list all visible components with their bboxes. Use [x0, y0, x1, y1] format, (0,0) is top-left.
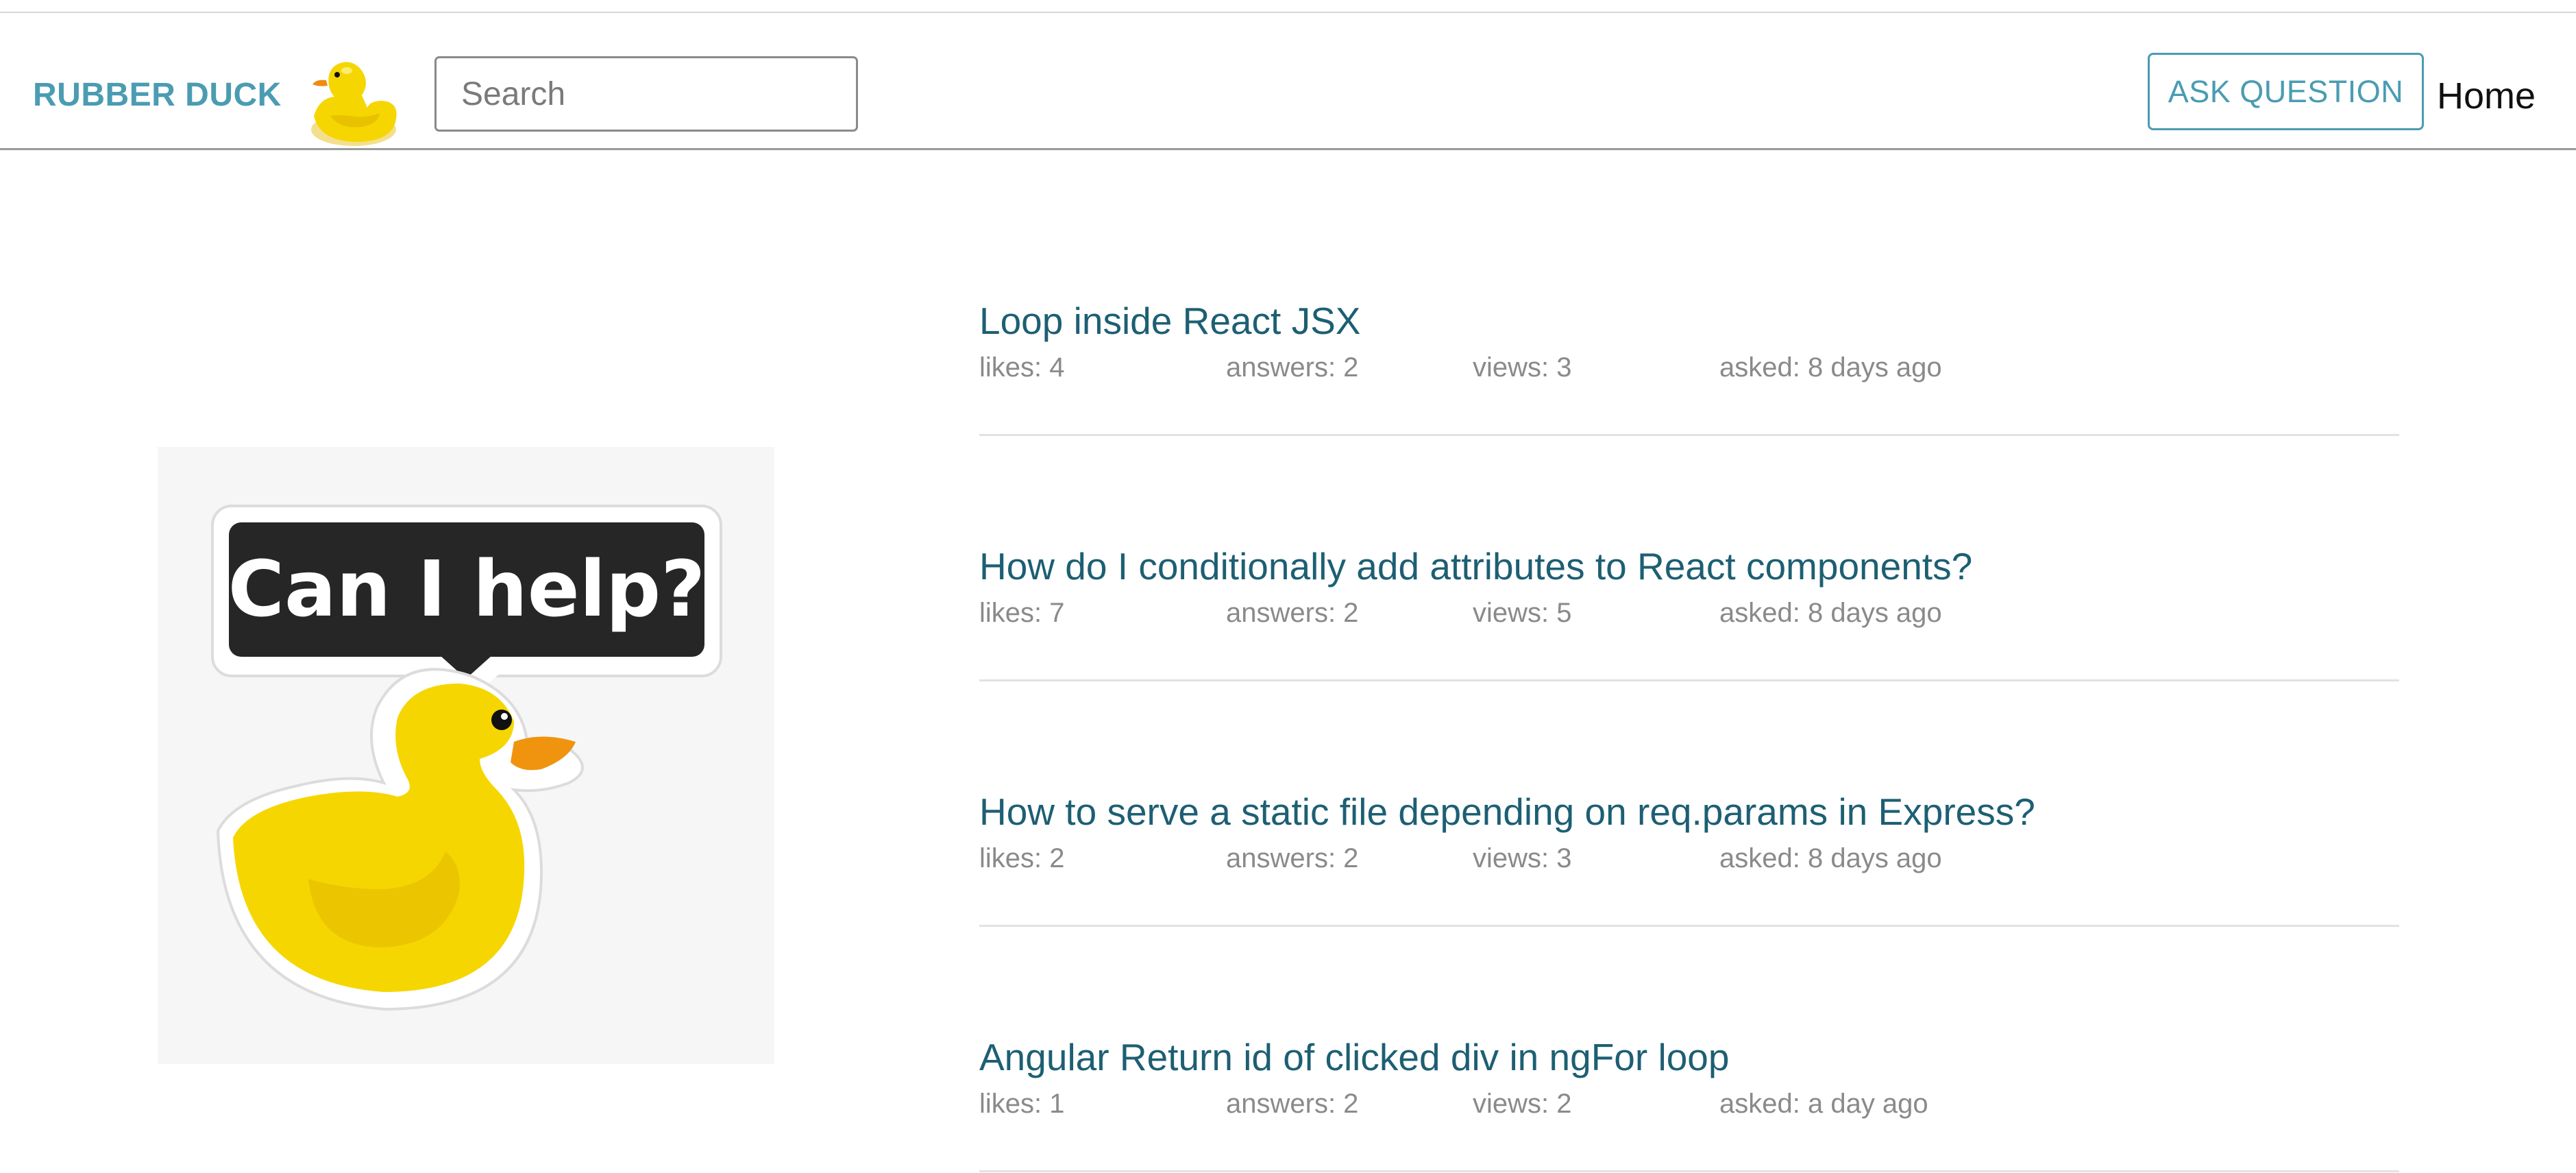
question-title-link[interactable]: Loop inside React JSX	[979, 299, 1360, 343]
nav-home-link[interactable]: Home	[2437, 75, 2536, 117]
question-item: Angular Return id of clicked div in ngFo…	[979, 1035, 2399, 1172]
search-input[interactable]	[434, 56, 858, 132]
question-item: How to serve a static file depending on …	[979, 790, 2399, 927]
speech-bubble-text: Can I help?	[228, 545, 705, 634]
asked-time: asked: a day ago	[1719, 1089, 1928, 1119]
question-meta: likes: 1 answers: 2 views: 2 asked: a da…	[979, 1089, 2399, 1123]
answers-count: answers: 2	[1226, 598, 1359, 628]
question-meta: likes: 2 answers: 2 views: 3 asked: 8 da…	[979, 843, 2399, 878]
likes-count: likes: 2	[979, 843, 1065, 873]
question-title-link[interactable]: How do I conditionally add attributes to…	[979, 544, 1972, 588]
asked-time: asked: 8 days ago	[1719, 352, 1942, 383]
likes-count: likes: 1	[979, 1089, 1065, 1119]
answers-count: answers: 2	[1226, 843, 1359, 873]
answers-count: answers: 2	[1226, 1089, 1359, 1119]
promo-image: Can I help?	[158, 447, 774, 1064]
question-item: How do I conditionally add attributes to…	[979, 544, 2399, 681]
views-count: views: 5	[1473, 598, 1572, 628]
rubber-duck-logo-icon[interactable]	[299, 53, 402, 149]
help-duck-sticker-illustration: Can I help?	[211, 505, 722, 1011]
navbar: RUBBER DUCK ASK QUESTION Home	[0, 13, 2576, 150]
question-title-link[interactable]: How to serve a static file depending on …	[979, 790, 2035, 834]
question-meta: likes: 4 answers: 2 views: 3 asked: 8 da…	[979, 352, 2399, 387]
views-count: views: 3	[1473, 843, 1572, 873]
question-title-link[interactable]: Angular Return id of clicked div in ngFo…	[979, 1035, 1729, 1079]
asked-time: asked: 8 days ago	[1719, 598, 1942, 628]
question-item: Loop inside React JSX likes: 4 answers: …	[979, 299, 2399, 436]
answers-count: answers: 2	[1226, 352, 1359, 383]
views-count: views: 3	[1473, 352, 1572, 383]
likes-count: likes: 4	[979, 352, 1065, 383]
brand-logo-text[interactable]: RUBBER DUCK	[33, 76, 282, 114]
ask-question-button[interactable]: ASK QUESTION	[2148, 53, 2424, 130]
views-count: views: 2	[1473, 1089, 1572, 1119]
duck-eye	[491, 710, 512, 730]
asked-time: asked: 8 days ago	[1719, 843, 1942, 873]
question-meta: likes: 7 answers: 2 views: 5 asked: 8 da…	[979, 598, 2399, 632]
likes-count: likes: 7	[979, 598, 1065, 628]
